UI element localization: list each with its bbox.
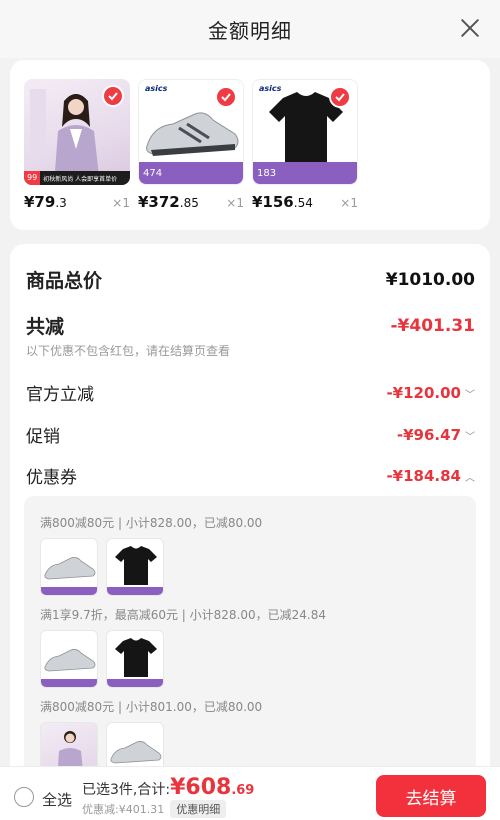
coupon-rule: 满800减80元 | 小计801.00，已减80.00 — [40, 700, 263, 714]
product-item-shoe[interactable]: asics 474 ¥372.85 ×1 — [138, 79, 244, 211]
product-qty: ×1 — [340, 196, 358, 210]
header: 金额明细 — [0, 0, 500, 58]
total-price: ¥608 — [170, 775, 232, 800]
discount-text: 优惠减:¥401.31 — [82, 803, 165, 816]
coupon-value-wrap: -¥184.84 ︿ — [386, 466, 475, 485]
promo-text: 初秋新风尚 人会即享首单价 — [43, 175, 118, 183]
promotion-label: 促销 — [26, 427, 60, 447]
selected-check-icon[interactable] — [215, 86, 237, 108]
promotion-value-wrap: -¥96.47 ﹀ — [397, 425, 475, 444]
coupon-value: -¥184.84 — [386, 467, 461, 485]
price-breakdown-card: 商品总价 ¥1010.00 共减 -¥401.31 以下优惠不包含红包，请在结算… — [10, 244, 490, 784]
selected-check-icon[interactable] — [102, 85, 124, 107]
promotion-row[interactable]: 促销 -¥96.47 ﹀ — [26, 422, 475, 447]
promo-strip: 99 初秋新风尚 人会即享首单价 — [24, 171, 130, 185]
page-title: 金额明细 — [208, 18, 292, 43]
checkout-button[interactable]: 去结算 — [376, 775, 486, 817]
price-row: ¥372.85 ×1 — [138, 193, 244, 211]
official-discount-value: -¥120.00 — [386, 384, 461, 402]
promotion-value: -¥96.47 — [396, 426, 461, 444]
select-all-label[interactable]: 全选 — [42, 789, 72, 810]
product-image: 99 初秋新风尚 人会即享首单价 — [24, 79, 130, 185]
discount-line: 优惠减:¥401.31 优惠明细 — [82, 800, 254, 818]
reduction-label: 共减 — [26, 316, 65, 338]
discount-detail-tag[interactable]: 优惠明细 — [170, 800, 227, 818]
chevron-down-icon: ﹀ — [465, 432, 475, 443]
goods-total-label: 商品总价 — [26, 270, 103, 292]
price-tag-strip: 183 — [253, 162, 357, 184]
product-qty: ×1 — [112, 196, 130, 210]
reduction-note: 以下优惠不包含红包，请在结算页查看 — [26, 344, 231, 358]
price-tag-strip: 474 — [139, 162, 243, 184]
product-price: ¥372.85 — [138, 193, 199, 211]
order-summary: 已选3件,合计:¥608.69 优惠减:¥401.31 优惠明细 — [82, 775, 254, 818]
tag-value: 474 — [143, 167, 163, 179]
total-price-decimal: .69 — [231, 783, 255, 798]
asics-logo: asics — [145, 84, 168, 93]
checkout-bar: 全选 已选3件,合计:¥608.69 优惠减:¥401.31 优惠明细 去结算 — [0, 766, 500, 820]
summary-line: 已选3件,合计:¥608.69 — [82, 775, 254, 800]
coupon-rule: 满1享9.7折，最高减60元 | 小计828.00，已减24.84 — [40, 608, 327, 622]
selected-count-text: 已选3件,合计: — [82, 782, 171, 798]
select-all-radio[interactable] — [14, 787, 34, 807]
reduction-value: -¥401.31 — [390, 315, 476, 336]
mini-shoe-thumb — [40, 538, 98, 596]
coupon-row[interactable]: 优惠券 -¥184.84 ︿ — [26, 463, 475, 488]
official-discount-row[interactable]: 官方立减 -¥120.00 ﹀ — [26, 380, 475, 405]
price-row: ¥79.3 ×1 — [24, 193, 130, 211]
goods-total-value: ¥1010.00 — [385, 269, 475, 290]
chevron-up-icon: ︿ — [465, 473, 475, 484]
coupon-label: 优惠券 — [26, 468, 77, 488]
product-qty: ×1 — [226, 196, 244, 210]
reduction-row: 共减 -¥401.31 — [26, 312, 475, 339]
product-price: ¥79.3 — [24, 193, 67, 211]
goods-total-row: 商品总价 ¥1010.00 — [26, 266, 475, 293]
asics-logo: asics — [259, 84, 282, 93]
official-discount-value-wrap: -¥120.00 ﹀ — [386, 383, 475, 402]
product-image: asics 474 — [138, 79, 244, 185]
product-item-tshirt[interactable]: asics 183 ¥156.54 ×1 — [252, 79, 358, 211]
product-item-blouse[interactable]: 99 初秋新风尚 人会即享首单价 ¥79.3 ×1 — [24, 79, 130, 211]
chevron-down-icon: ﹀ — [465, 390, 475, 401]
mini-shoe-thumb — [40, 630, 98, 688]
mini-tshirt-thumb — [106, 630, 164, 688]
selected-check-icon[interactable] — [329, 86, 351, 108]
coupon-detail-panel: 满800减80元 | 小计828.00，已减80.00 满1享9.7折，最高减6… — [24, 496, 476, 784]
promo-price-tag: 99 — [24, 171, 41, 185]
close-icon[interactable] — [456, 14, 484, 42]
mini-tshirt-thumb — [106, 538, 164, 596]
product-price: ¥156.54 — [252, 193, 313, 211]
coupon-rule: 满800减80元 | 小计828.00，已减80.00 — [40, 516, 263, 530]
official-discount-label: 官方立减 — [26, 385, 94, 405]
price-row: ¥156.54 ×1 — [252, 193, 358, 211]
product-image: asics 183 — [252, 79, 358, 185]
tag-value: 183 — [257, 167, 277, 179]
products-card: 99 初秋新风尚 人会即享首单价 ¥79.3 ×1 asics 474 ¥372… — [10, 60, 490, 230]
